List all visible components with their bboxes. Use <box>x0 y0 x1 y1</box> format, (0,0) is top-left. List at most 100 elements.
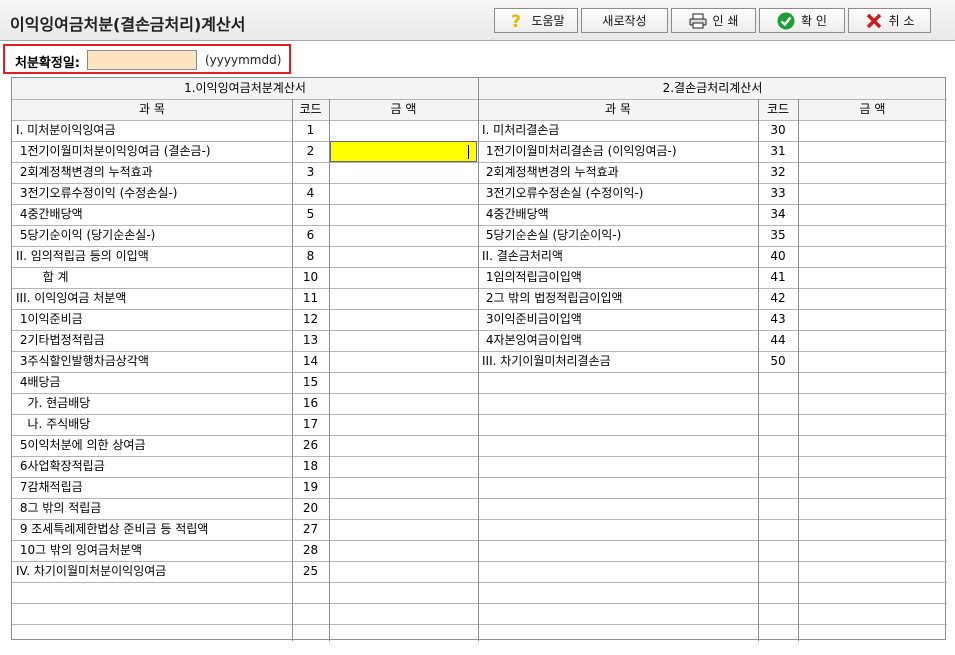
row-amount-cell[interactable] <box>330 456 478 477</box>
row-subject: III. 차기이월미처리결손금 <box>482 354 611 368</box>
row-amount-cell[interactable] <box>799 141 947 162</box>
new-document-button[interactable]: 새로작성 <box>581 8 668 33</box>
row-code: 35 <box>770 228 786 242</box>
row-subject: 4배당금 <box>16 375 61 389</box>
right-section-title: 2.결손금처리계산서 <box>662 81 763 95</box>
cancel-button[interactable]: 취 소 <box>848 8 931 33</box>
row-subject: 4자본잉여금이입액 <box>482 333 582 347</box>
row-amount-cell[interactable] <box>330 225 478 246</box>
row-subject: 2그 밖의 법정적립금이입액 <box>482 291 623 305</box>
row-subject: 나. 주식배당 <box>16 417 91 431</box>
row-amount-cell[interactable] <box>799 288 947 309</box>
row-subject: 합 계 <box>16 270 69 284</box>
row-subject: III. 이익잉여금 처분액 <box>16 291 127 305</box>
row-code: 43 <box>770 312 786 326</box>
row-amount-cell[interactable] <box>330 435 478 456</box>
row-code: 8 <box>306 249 315 263</box>
row-code: 28 <box>302 543 319 557</box>
active-amount-input[interactable] <box>330 141 477 162</box>
row-amount-cell[interactable] <box>799 330 947 351</box>
row-subject: II. 결손금처리액 <box>482 249 563 263</box>
row-divider <box>12 603 947 604</box>
print-button[interactable]: 인 쇄 <box>671 8 756 33</box>
row-amount-cell[interactable] <box>330 393 478 414</box>
row-amount-cell[interactable] <box>330 414 478 435</box>
row-code: 12 <box>302 312 319 326</box>
row-subject: 3주식할인발행차금상각액 <box>16 354 149 368</box>
row-code: 34 <box>770 207 786 221</box>
row-amount-cell[interactable] <box>330 288 478 309</box>
row-code: 6 <box>306 228 315 242</box>
row-code: 2 <box>306 144 315 158</box>
row-amount-cell[interactable] <box>799 162 947 183</box>
row-code: 40 <box>770 249 786 263</box>
row-amount-cell[interactable] <box>330 309 478 330</box>
disposal-date-group: 처분확정일: (yyyymmdd) <box>3 44 291 74</box>
row-amount-cell[interactable] <box>330 162 478 183</box>
column-header-subject: 과 목 <box>605 102 631 116</box>
date-format-hint: (yyyymmdd) <box>205 53 282 67</box>
row-amount-cell[interactable] <box>330 498 478 519</box>
row-code: 14 <box>302 354 319 368</box>
row-code: 20 <box>302 501 319 515</box>
row-code: 10 <box>302 270 319 284</box>
help-button[interactable]: ? 도움말 <box>494 8 578 33</box>
row-subject: 2기타법정적립금 <box>16 333 105 347</box>
column-header-code: 코드 <box>766 102 790 116</box>
disposal-date-label: 처분확정일: <box>15 56 80 71</box>
row-amount-cell[interactable] <box>799 309 947 330</box>
column-divider <box>478 78 479 641</box>
row-amount-cell[interactable] <box>799 267 947 288</box>
help-label: 도움말 <box>531 14 565 28</box>
row-subject: 4중간배당액 <box>16 207 83 221</box>
column-header-amount: 금 액 <box>390 102 417 116</box>
row-code: 27 <box>302 522 319 536</box>
row-amount-cell[interactable] <box>330 267 478 288</box>
row-amount-cell[interactable] <box>330 477 478 498</box>
column-header-subject: 과 목 <box>139 102 165 116</box>
row-subject: 6사업확장적립금 <box>16 459 105 473</box>
row-subject: 5이익처분에 의한 상여금 <box>16 438 146 452</box>
row-amount-cell[interactable] <box>799 183 947 204</box>
svg-text:?: ? <box>511 12 521 30</box>
print-label: 인 쇄 <box>712 14 739 28</box>
disposal-date-input[interactable] <box>87 50 197 70</box>
row-code: 32 <box>770 165 786 179</box>
row-subject: 5당기순손실 (당기순이익-) <box>482 228 622 242</box>
row-amount-cell[interactable] <box>330 120 478 141</box>
confirm-button[interactable]: 확 인 <box>759 8 845 33</box>
row-code: 17 <box>302 417 319 431</box>
row-code: 11 <box>302 291 319 305</box>
question-mark-icon: ? <box>507 12 525 30</box>
row-subject: 3이익준비금이입액 <box>482 312 582 326</box>
row-divider <box>12 624 947 625</box>
row-amount-cell[interactable] <box>330 519 478 540</box>
row-amount-cell[interactable] <box>330 246 478 267</box>
row-amount-cell[interactable] <box>330 330 478 351</box>
row-code: 18 <box>302 459 319 473</box>
row-amount-cell[interactable] <box>330 561 478 582</box>
row-amount-cell[interactable] <box>799 120 947 141</box>
row-amount-cell[interactable] <box>330 183 478 204</box>
column-header-amount: 금 액 <box>859 102 886 116</box>
row-code: 26 <box>302 438 319 452</box>
row-amount-cell[interactable] <box>799 351 947 372</box>
cancel-label: 취 소 <box>888 14 915 28</box>
row-code: 30 <box>770 123 786 137</box>
row-amount-cell[interactable] <box>330 372 478 393</box>
row-amount-cell[interactable] <box>799 204 947 225</box>
row-subject: 8그 밖의 적립금 <box>16 501 102 515</box>
row-amount-cell[interactable] <box>799 225 947 246</box>
check-icon <box>777 12 795 30</box>
row-code: 5 <box>306 207 315 221</box>
row-amount-cell[interactable] <box>330 351 478 372</box>
left-section-title: 1.이익잉여금처분계산서 <box>184 81 306 95</box>
row-subject: 1전기이월미처분이익잉여금 (결손금-) <box>16 144 211 158</box>
row-amount-cell[interactable] <box>330 540 478 561</box>
row-amount-cell[interactable] <box>799 246 947 267</box>
row-subject: 5당기순이익 (당기순손실-) <box>16 228 156 242</box>
row-amount-cell[interactable] <box>330 204 478 225</box>
row-code: 42 <box>770 291 786 305</box>
row-code: 15 <box>302 375 319 389</box>
row-subject: I. 미처분이익잉여금 <box>16 123 116 137</box>
